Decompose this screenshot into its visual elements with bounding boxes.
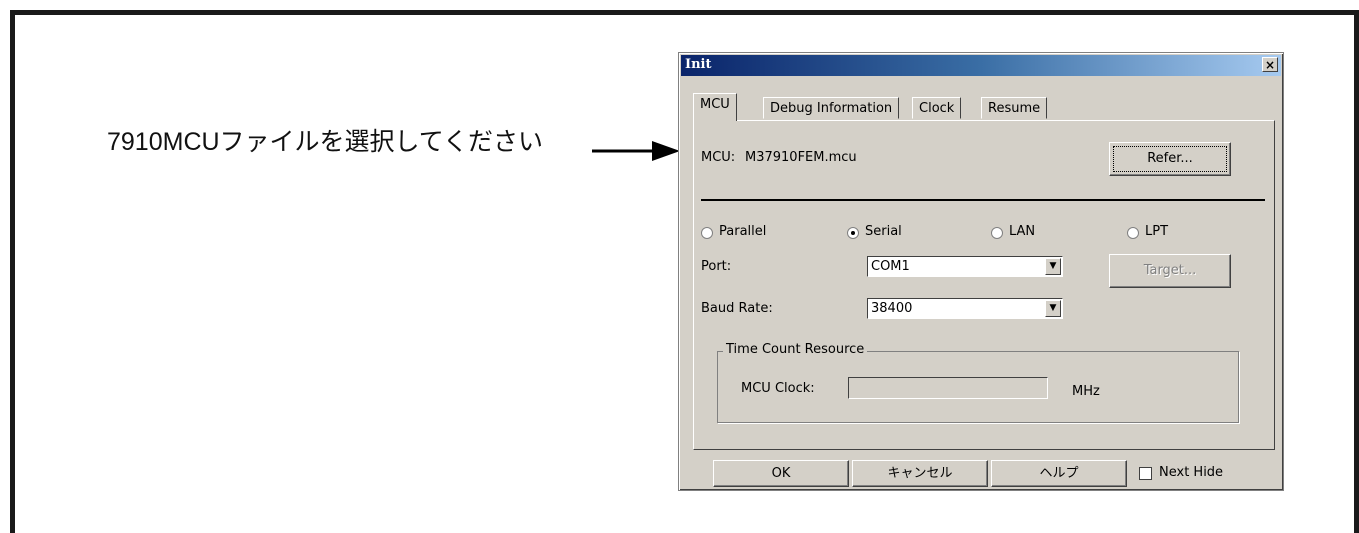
baud-rate-label: Baud Rate:	[701, 301, 773, 316]
tab-resume[interactable]: Resume	[981, 97, 1048, 119]
radio-lan[interactable]	[991, 227, 1003, 239]
mcu-clock-label: MCU Clock:	[741, 381, 815, 396]
port-select-value: COM1	[871, 259, 910, 274]
tab-clock-label: Clock	[919, 101, 955, 116]
annotation-text: 7910MCUファイルを選択してください	[107, 128, 544, 156]
tab-debug-information-label: Debug Information	[770, 101, 893, 116]
tab-mcu-label: MCU	[700, 97, 730, 112]
tab-clock[interactable]: Clock	[912, 97, 962, 119]
tab-resume-label: Resume	[988, 101, 1041, 116]
ok-button[interactable]: OK	[713, 460, 849, 487]
arrow-head	[652, 141, 680, 161]
separator	[701, 199, 1265, 201]
radio-serial[interactable]	[847, 227, 859, 239]
tab-mcu[interactable]: MCU	[693, 93, 737, 121]
baud-rate-select[interactable]: 38400 ▼	[867, 298, 1063, 319]
mcu-value: M37910FEM.mcu	[745, 150, 857, 165]
mcu-clock-input[interactable]	[848, 377, 1048, 399]
baud-rate-select-value: 38400	[871, 301, 913, 316]
cancel-button[interactable]: キャンセル	[852, 460, 988, 487]
radio-lpt[interactable]	[1127, 227, 1139, 239]
radio-parallel[interactable]	[701, 227, 713, 239]
target-button[interactable]: Target...	[1109, 254, 1231, 288]
next-hide-checkbox[interactable]	[1139, 467, 1152, 480]
mhz-unit: MHz	[1072, 384, 1100, 399]
next-hide-label: Next Hide	[1159, 465, 1224, 480]
refer-button[interactable]: Refer...	[1109, 142, 1231, 176]
radio-serial-label: Serial	[865, 224, 902, 239]
tab-debug-information[interactable]: Debug Information	[763, 97, 900, 119]
radio-lpt-label: LPT	[1145, 224, 1169, 239]
close-icon[interactable]: ×	[1262, 57, 1278, 72]
annotation-arrow	[592, 141, 680, 161]
mcu-label: MCU:	[701, 150, 736, 165]
radio-lan-label: LAN	[1009, 224, 1036, 239]
radio-parallel-label: Parallel	[719, 224, 767, 239]
titlebar[interactable]: Init ×	[681, 55, 1281, 76]
port-select[interactable]: COM1 ▼	[867, 256, 1063, 277]
dialog-title: Init	[685, 57, 712, 72]
help-button[interactable]: ヘルプ	[991, 460, 1127, 487]
chevron-down-icon[interactable]: ▼	[1045, 300, 1061, 317]
time-count-legend: Time Count Resource	[723, 342, 868, 357]
port-label: Port:	[701, 259, 732, 274]
chevron-down-icon[interactable]: ▼	[1045, 258, 1061, 275]
init-dialog: Init × MCU Debug Information Clock Resum…	[678, 52, 1284, 491]
